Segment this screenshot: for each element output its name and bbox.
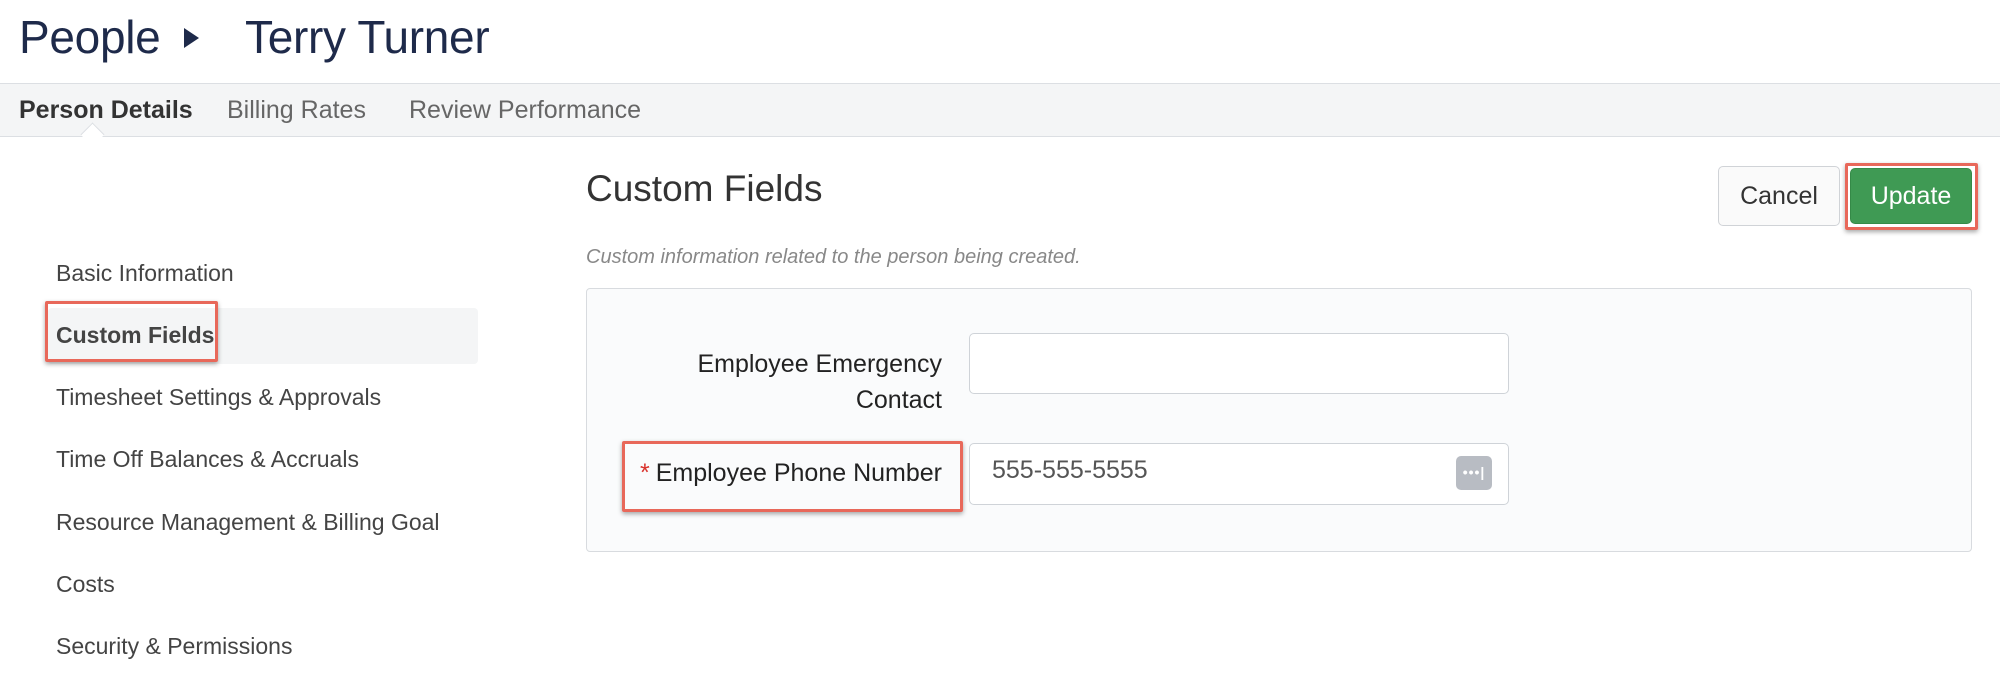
phone-number-value: 555-555-5555 xyxy=(992,456,1148,484)
emergency-contact-label-line2: Contact xyxy=(855,386,942,414)
emergency-contact-label: Employee Emergency Contact xyxy=(600,346,942,418)
sidebar-item-costs[interactable]: Costs xyxy=(56,571,115,598)
highlight-update-button xyxy=(1845,163,1978,230)
sidebar-item-basic-information[interactable]: Basic Information xyxy=(56,260,234,287)
sidebar-item-resource-management[interactable]: Resource Management & Billing Goal xyxy=(56,509,440,536)
sidebar-item-timesheet-settings[interactable]: Timesheet Settings & Approvals xyxy=(56,384,381,411)
highlight-phone-number-label xyxy=(622,441,963,512)
tab-person-details[interactable]: Person Details xyxy=(19,96,193,125)
page-title: Terry Turner xyxy=(245,11,490,63)
breadcrumb-arrow-icon xyxy=(184,28,199,48)
sidebar-item-time-off-balances[interactable]: Time Off Balances & Accruals xyxy=(56,446,359,473)
tab-bar: Person Details Billing Rates Review Perf… xyxy=(0,83,2000,137)
phone-number-input[interactable]: 555-555-5555 •••| xyxy=(969,443,1509,505)
sidebar-item-security-permissions[interactable]: Security & Permissions xyxy=(56,633,292,660)
section-title: Custom Fields xyxy=(586,168,823,209)
tab-review-performance[interactable]: Review Performance xyxy=(409,96,641,125)
custom-fields-panel xyxy=(586,288,1972,552)
highlight-custom-fields xyxy=(45,301,218,362)
breadcrumb-people-link[interactable]: People xyxy=(19,10,161,64)
more-options-icon[interactable]: •••| xyxy=(1456,456,1492,490)
emergency-contact-label-line1: Employee Emergency xyxy=(697,350,942,378)
tab-billing-rates[interactable]: Billing Rates xyxy=(227,96,366,125)
section-description: Custom information related to the person… xyxy=(586,246,1081,268)
page-header: People Terry Turner xyxy=(0,0,2000,83)
emergency-contact-input[interactable] xyxy=(969,333,1509,394)
cancel-button[interactable]: Cancel xyxy=(1718,166,1840,226)
